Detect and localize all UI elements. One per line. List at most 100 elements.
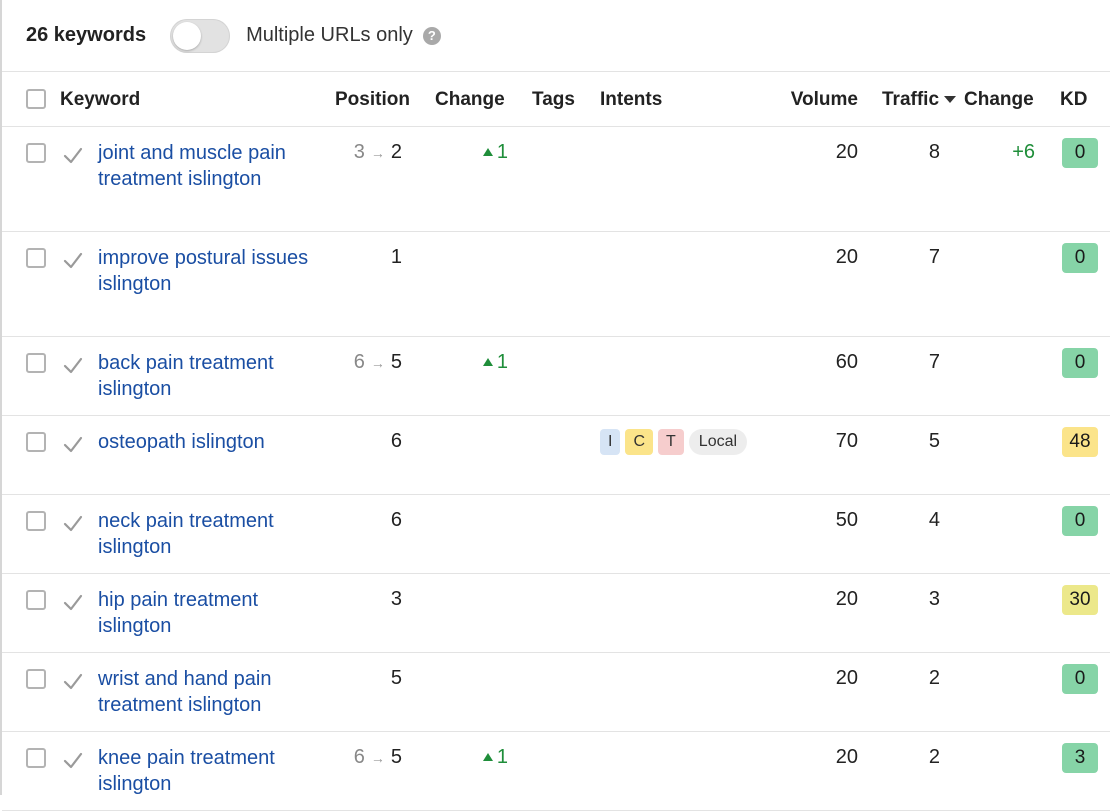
toggle-knob: [173, 21, 202, 50]
current-position: 5: [390, 667, 402, 689]
intent-badge: Local: [688, 429, 748, 455]
intent-badge: C: [625, 429, 654, 455]
col-traffic-change[interactable]: Change: [964, 89, 1034, 111]
traffic-value: 3: [928, 588, 940, 610]
volume-value: 70: [835, 430, 858, 452]
table-row: wrist and hand pain treatment islington 5…: [2, 653, 1110, 732]
triangle-up-icon: [482, 148, 493, 156]
kd-badge: 0: [1062, 138, 1098, 168]
volume-value: 60: [835, 351, 858, 373]
check-icon: [63, 147, 83, 164]
position-cell: 6: [391, 430, 402, 453]
help-icon[interactable]: ?: [422, 26, 441, 45]
table-row: osteopath islington 6 I C T Local 70 5 48: [2, 416, 1110, 495]
current-position: 5: [390, 351, 402, 373]
current-position: 2: [390, 141, 402, 163]
check-icon: [63, 594, 83, 611]
kd-badge: 0: [1062, 506, 1098, 536]
traffic-value: 5: [928, 430, 940, 452]
arrow-right-icon: →: [370, 355, 385, 371]
table-body: joint and muscle pain treatment islingto…: [2, 127, 1110, 811]
check-icon: [63, 515, 83, 532]
row-checkbox[interactable]: [26, 590, 46, 610]
check-icon: [63, 357, 83, 374]
keyword-link[interactable]: osteopath islington: [98, 429, 318, 455]
position-change: 1: [482, 746, 508, 769]
row-checkbox[interactable]: [26, 511, 46, 531]
volume-value: 50: [835, 509, 858, 531]
traffic-value: 4: [928, 509, 940, 531]
traffic-value: 2: [928, 667, 940, 689]
col-traffic[interactable]: Traffic: [882, 89, 957, 111]
position-change-value: 1: [496, 141, 508, 163]
intent-badge: T: [658, 429, 684, 455]
kd-badge: 0: [1062, 664, 1098, 694]
row-checkbox[interactable]: [26, 353, 46, 373]
row-checkbox[interactable]: [26, 669, 46, 689]
kd-badge: 30: [1062, 585, 1098, 615]
current-position: 3: [390, 588, 402, 610]
col-tags[interactable]: Tags: [532, 89, 575, 111]
current-position: 5: [390, 746, 402, 768]
keyword-link[interactable]: improve postural issues islington: [98, 245, 318, 297]
kd-badge: 0: [1062, 348, 1098, 378]
previous-position: 3: [353, 141, 365, 163]
col-kd[interactable]: KD: [1060, 89, 1087, 111]
table-header: Keyword Position Change Tags Intents Vol…: [2, 72, 1110, 127]
position-cell: 3 → 2: [354, 141, 402, 164]
col-keyword[interactable]: Keyword: [60, 89, 140, 111]
kd-badge: 0: [1062, 243, 1098, 273]
position-change: 1: [482, 141, 508, 164]
triangle-up-icon: [482, 358, 493, 366]
table-row: knee pain treatment islington 6 → 5 1 20 2 3: [2, 732, 1110, 811]
multiple-urls-toggle[interactable]: [170, 18, 231, 53]
position-cell: 6 → 5: [354, 351, 402, 374]
traffic-value: 7: [928, 246, 940, 268]
col-traffic-label: Traffic: [882, 89, 940, 110]
keyword-link[interactable]: joint and muscle pain treatment islingto…: [98, 140, 318, 192]
position-cell: 1: [391, 246, 402, 269]
intent-badge: I: [600, 429, 621, 455]
col-intents[interactable]: Intents: [600, 89, 662, 111]
intent-badges: I C T Local: [600, 429, 748, 455]
table-row: improve postural issues islington 1 20 7 0: [2, 232, 1110, 337]
row-checkbox[interactable]: [26, 748, 46, 768]
kd-badge: 3: [1062, 743, 1098, 773]
select-all-checkbox[interactable]: [26, 89, 46, 109]
col-change[interactable]: Change: [435, 89, 505, 111]
traffic-value: 7: [928, 351, 940, 373]
row-checkbox[interactable]: [26, 248, 46, 268]
row-checkbox[interactable]: [26, 432, 46, 452]
check-icon: [63, 252, 83, 269]
sort-desc-icon: [944, 96, 957, 104]
multiple-urls-label: Multiple URLs only: [246, 24, 413, 46]
keyword-link[interactable]: hip pain treatment islington: [98, 587, 318, 639]
volume-value: 20: [835, 667, 858, 689]
previous-position: 6: [353, 746, 365, 768]
table-row: hip pain treatment islington 3 20 3 30: [2, 574, 1110, 653]
keyword-link[interactable]: wrist and hand pain treatment islington: [98, 666, 318, 718]
arrow-right-icon: →: [370, 145, 385, 161]
traffic-value: 2: [928, 746, 940, 768]
keyword-link[interactable]: back pain treatment islington: [98, 350, 318, 402]
row-checkbox[interactable]: [26, 143, 46, 163]
position-cell: 5: [391, 667, 402, 690]
traffic-change-value: +6: [1012, 141, 1035, 163]
previous-position: 6: [353, 351, 365, 373]
traffic-value: 8: [928, 141, 940, 163]
position-cell: 6 → 5: [354, 746, 402, 769]
table-row: back pain treatment islington 6 → 5 1 60 7 0: [2, 337, 1110, 416]
keyword-link[interactable]: neck pain treatment islington: [98, 508, 318, 560]
col-position[interactable]: Position: [335, 89, 410, 111]
volume-value: 20: [835, 588, 858, 610]
position-change-value: 1: [496, 746, 508, 768]
kd-badge: 48: [1062, 427, 1098, 457]
volume-value: 20: [835, 746, 858, 768]
current-position: 1: [390, 246, 402, 268]
keyword-link[interactable]: knee pain treatment islington: [98, 745, 318, 797]
triangle-up-icon: [482, 753, 493, 761]
current-position: 6: [390, 430, 402, 452]
col-volume[interactable]: Volume: [791, 89, 858, 111]
position-change: 1: [482, 351, 508, 374]
keywords-toolbar: 26 keywords Multiple URLs only ?: [2, 0, 1110, 72]
